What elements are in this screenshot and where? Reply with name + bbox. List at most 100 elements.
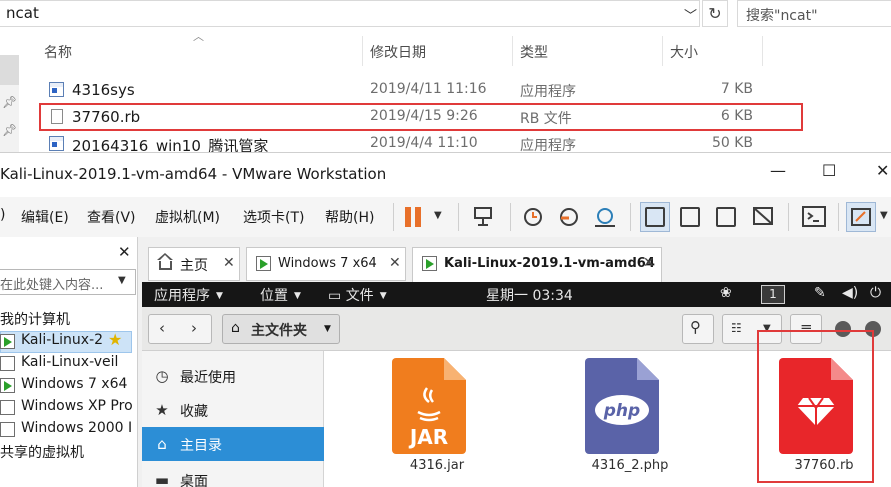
thumbnail-layout-icon[interactable] xyxy=(680,207,700,227)
tree-item-vm[interactable]: Windows 7 x64 xyxy=(0,376,135,398)
php-badge: php xyxy=(603,401,640,421)
tree-item-vm[interactable]: Kali-Linux-2 ★ xyxy=(0,330,135,354)
tree-item-vm[interactable]: Kali-Linux-veil xyxy=(0,354,135,376)
maximize-button[interactable]: ☐ xyxy=(822,161,836,180)
tree-item-vm[interactable]: Windows XP Pro xyxy=(0,398,135,420)
sidebar-item-desktop[interactable]: ▬ 桌面 xyxy=(142,463,324,487)
unity-icon[interactable] xyxy=(751,204,777,230)
fullscreen-icon[interactable] xyxy=(716,207,736,227)
vm-name: Windows 7 x64 xyxy=(21,376,128,392)
chevron-down-icon[interactable]: ▼ xyxy=(118,275,126,286)
close-icon[interactable]: ✕ xyxy=(643,255,655,271)
tab-windows7[interactable]: Windows 7 x64 ✕ xyxy=(246,247,406,281)
search-input[interactable]: 搜索"ncat" xyxy=(737,0,891,27)
sidebar-item-recent[interactable]: ◷ 最近使用 xyxy=(142,359,324,393)
pin-icon[interactable]: 📌︎ xyxy=(2,123,17,137)
address-bar[interactable]: ncat ﹀ xyxy=(0,0,700,27)
minimize-button[interactable]: — xyxy=(770,161,786,180)
volume-icon[interactable]: ◀︎) xyxy=(842,285,858,301)
menu-bar: ) 编辑(E) 查看(V) 虚拟机(M) 选项卡(T) 帮助(H) ▼ ▼ xyxy=(0,197,891,237)
close-button[interactable]: ✕ xyxy=(876,161,889,180)
title-bar[interactable]: Kali-Linux-2019.1-vm-amd64 - VMware Work… xyxy=(0,153,891,197)
tab-label: Kali-Linux-2019.1-vm-amd64 xyxy=(444,256,655,271)
list-view-icon: ☷ xyxy=(731,321,742,335)
menu-tabs[interactable]: 选项卡(T) xyxy=(243,207,304,227)
jar-file-icon: JAR xyxy=(392,358,466,454)
home-icon: ⌂ xyxy=(231,320,240,336)
vm-name: Kali-Linux-veil xyxy=(21,354,119,370)
pin-icon[interactable]: 📌︎ xyxy=(2,95,17,109)
nav-selected-block xyxy=(0,55,19,85)
file-type: 应用程序 xyxy=(520,84,576,100)
table-row[interactable]: 4316sys 2019/4/11 11:16 应用程序 7 KB xyxy=(40,77,890,103)
column-divider[interactable] xyxy=(362,36,363,66)
tree-item-vm[interactable]: Windows 2000 I xyxy=(0,420,135,442)
refresh-icon[interactable]: ↻ xyxy=(702,0,728,27)
places-menu[interactable]: 位置 ▼ xyxy=(260,285,301,305)
sidebar-layout-icon xyxy=(645,207,665,227)
forward-icon[interactable]: › xyxy=(191,319,197,337)
close-icon[interactable]: ✕ xyxy=(223,255,235,271)
file-size: 50 KB xyxy=(711,135,753,151)
column-divider[interactable] xyxy=(662,36,663,66)
snapshot-manager-icon[interactable] xyxy=(592,204,618,230)
library-search-input[interactable]: 在此处键入内容... ▼ xyxy=(0,269,136,295)
menu-help[interactable]: 帮助(H) xyxy=(325,207,374,227)
workspace-indicator[interactable]: 1 xyxy=(761,285,785,304)
paw-icon[interactable]: ❀ xyxy=(720,285,732,301)
power-icon[interactable]: ⏻ xyxy=(870,285,881,301)
vm-name: Windows XP Pro xyxy=(21,398,133,414)
column-divider[interactable] xyxy=(762,36,763,66)
vm-running-icon xyxy=(0,378,15,393)
console-icon[interactable] xyxy=(801,204,827,230)
sidebar-item-starred[interactable]: ★ 收藏 xyxy=(142,393,324,427)
files-app-icon: ▭ xyxy=(328,288,346,304)
exe-icon xyxy=(49,82,64,97)
menu-prefix: ) xyxy=(0,207,6,223)
tab-home[interactable]: 主页 ✕ xyxy=(148,247,240,281)
clock[interactable]: 星期一 03:34 xyxy=(486,285,573,305)
column-header-size[interactable]: 大小 xyxy=(670,42,698,62)
column-header-date[interactable]: 修改日期 xyxy=(370,42,426,62)
applications-menu[interactable]: 应用程序 ▼ xyxy=(154,285,223,305)
sort-arrow-icon: ︿ xyxy=(193,30,204,43)
send-keys-icon[interactable] xyxy=(471,204,497,230)
chevron-down-icon[interactable]: ﹀ xyxy=(684,5,697,24)
vm-running-icon xyxy=(422,256,437,271)
places-label: 位置 xyxy=(260,288,288,304)
revert-snapshot-icon[interactable] xyxy=(556,204,582,230)
back-icon[interactable]: ‹ xyxy=(159,319,165,337)
search-button[interactable]: ⚲ xyxy=(682,314,714,344)
snapshot-icon[interactable] xyxy=(520,204,546,230)
files-menu[interactable]: ▭ 文件 ▼ xyxy=(328,285,387,305)
vm-running-icon xyxy=(256,256,271,271)
column-header-name[interactable]: 名称 xyxy=(44,42,72,62)
search-placeholder: 搜索"ncat" xyxy=(746,8,818,24)
triangle-down-icon: ▼ xyxy=(216,291,223,301)
triangle-down-icon: ▼ xyxy=(294,291,301,301)
php-file-icon: php xyxy=(585,358,659,454)
column-header-type[interactable]: 类型 xyxy=(520,42,548,62)
menu-view[interactable]: 查看(V) xyxy=(87,207,136,227)
triangle-down-icon: ▼ xyxy=(379,291,387,301)
nav-buttons: ‹ › xyxy=(148,314,212,344)
file-date: 2019/4/4 11:10 xyxy=(370,135,478,151)
close-icon[interactable]: ✕ xyxy=(118,243,131,261)
chevron-down-icon[interactable]: ▼ xyxy=(434,210,442,221)
path-bar-home[interactable]: ⌂ 主文件夹 ▼ xyxy=(222,314,340,344)
window-title: Kali-Linux-2019.1-vm-amd64 - VMware Work… xyxy=(0,165,387,183)
close-icon[interactable]: ✕ xyxy=(389,255,401,271)
star-icon: ★ xyxy=(155,401,169,419)
tree-shared-vms[interactable]: 共享的虚拟机 xyxy=(0,442,84,462)
menu-edit[interactable]: 编辑(E) xyxy=(21,207,69,227)
tab-kali[interactable]: Kali-Linux-2019.1-vm-amd64 ✕ xyxy=(412,247,662,283)
chevron-down-icon[interactable]: ▼ xyxy=(880,210,888,221)
clock-icon: ◷ xyxy=(155,367,169,385)
pen-icon[interactable]: ✎ xyxy=(814,285,826,301)
tree-my-computer[interactable]: 我的计算机 xyxy=(0,309,70,329)
library-search-placeholder: 在此处键入内容... xyxy=(0,278,104,293)
sidebar-item-home[interactable]: ⌂ 主目录 xyxy=(142,427,324,461)
column-divider[interactable] xyxy=(512,36,513,66)
pause-icon[interactable] xyxy=(401,204,427,230)
menu-vm[interactable]: 虚拟机(M) xyxy=(155,207,220,227)
